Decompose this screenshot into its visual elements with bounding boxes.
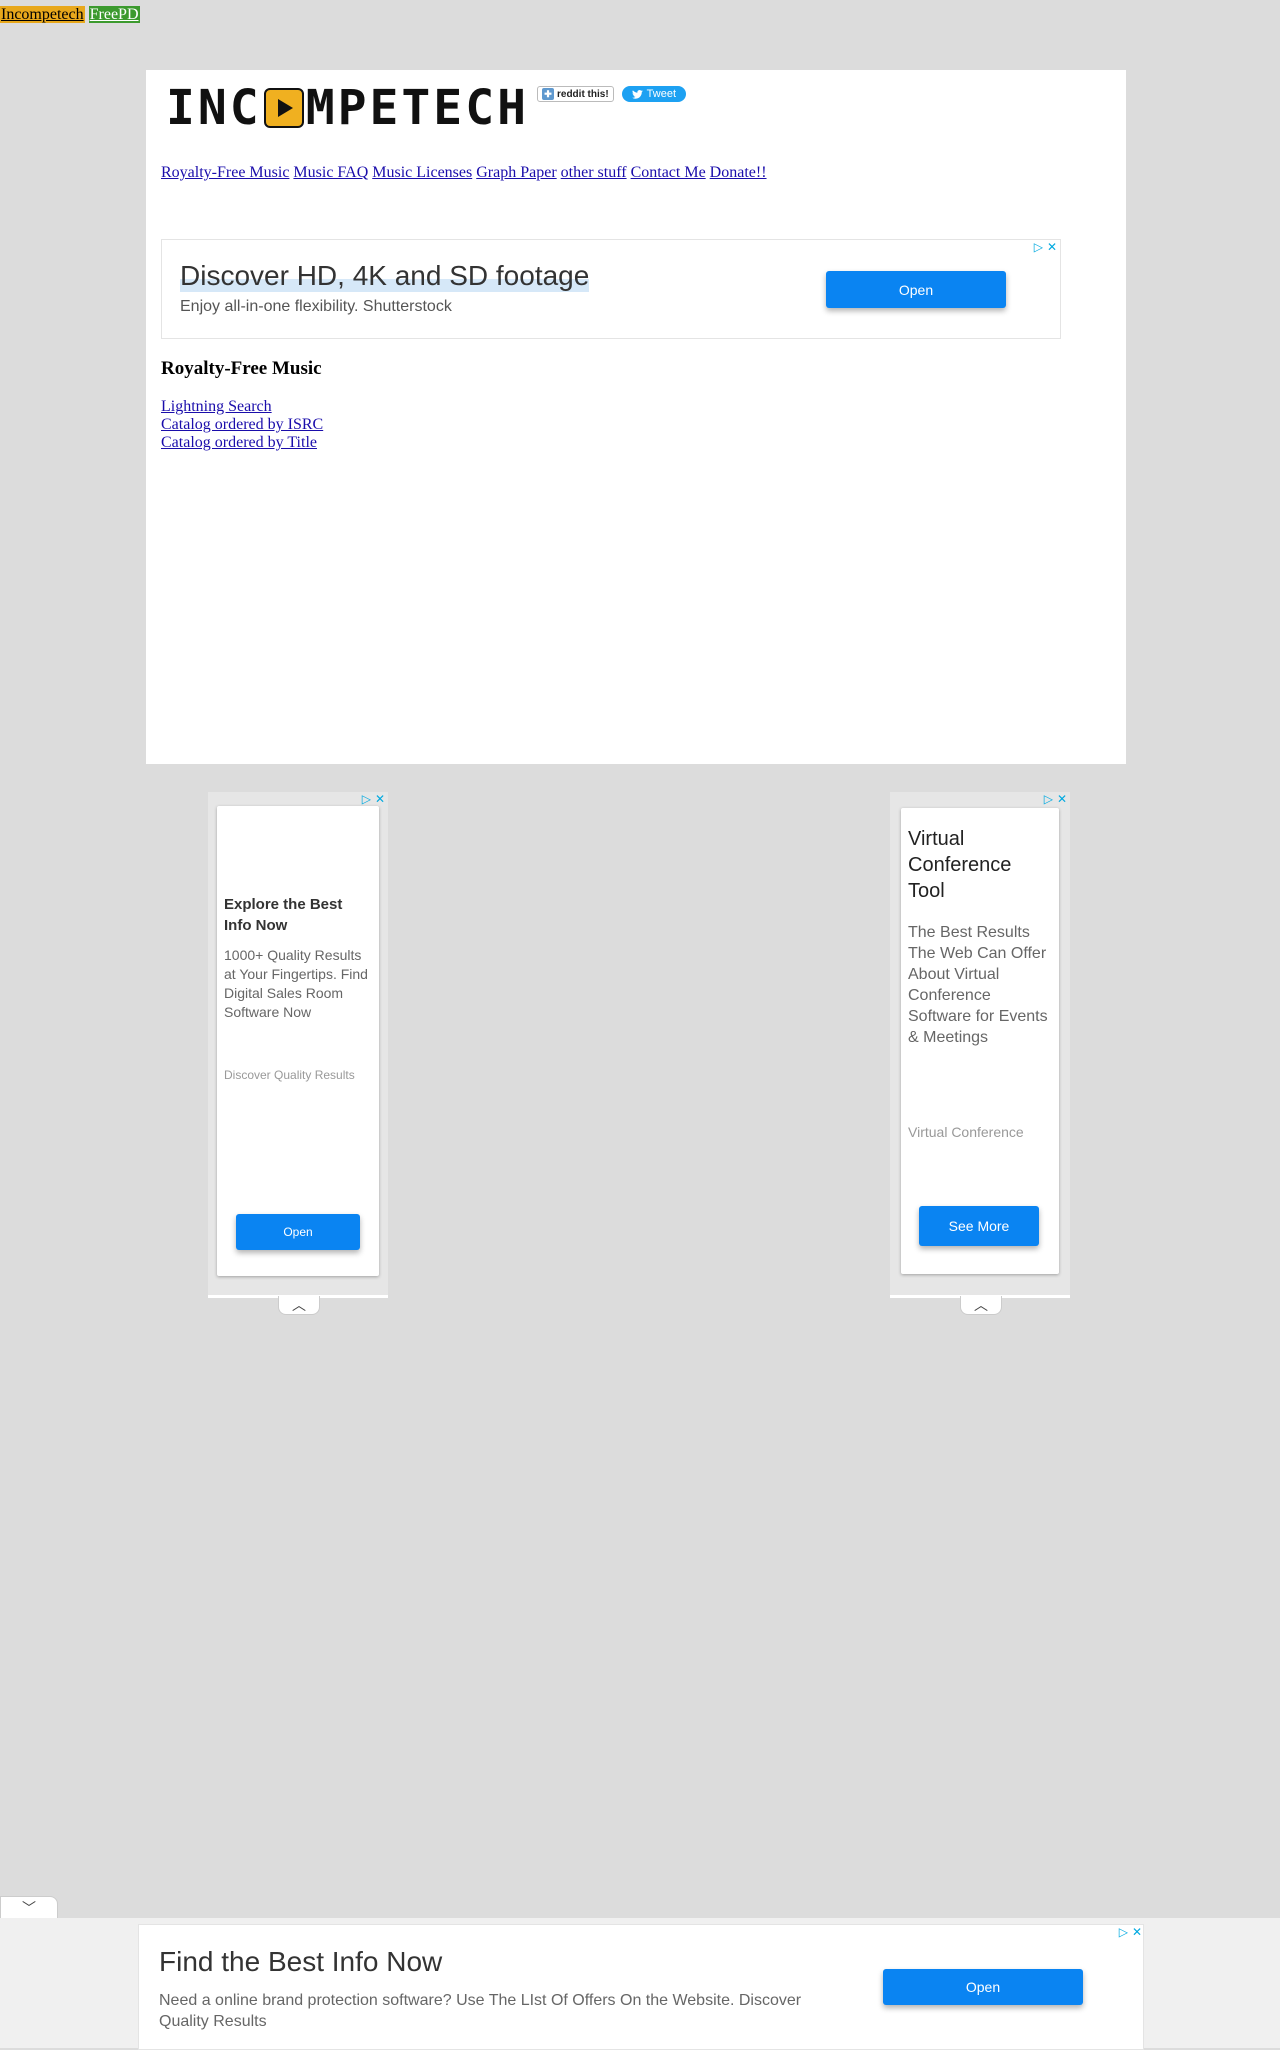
main-nav: Royalty-Free Music Music FAQ Music Licen… <box>161 164 767 182</box>
left-side-ad[interactable]: ▷ ✕ Explore the Best Info Now 1000+ Qual… <box>208 792 388 1315</box>
ad-open-button[interactable]: Open <box>236 1214 360 1250</box>
twitter-bird-icon <box>631 89 643 99</box>
header: INC MPETECH ✚ reddit this! Tweet <box>166 84 687 132</box>
reddit-share-label: reddit this! <box>557 88 609 100</box>
nav-donate[interactable]: Donate!! <box>710 164 767 181</box>
ad-headline[interactable]: Discover HD, 4K and SD footage <box>180 260 590 292</box>
nav-graph-paper[interactable]: Graph Paper <box>476 164 556 181</box>
ad-headline[interactable]: Explore the Best Info Now <box>224 894 374 936</box>
ad-footer: Discover Quality Results <box>224 1068 355 1082</box>
close-icon[interactable]: ✕ <box>1057 792 1067 806</box>
nav-music-faq[interactable]: Music FAQ <box>293 164 368 181</box>
reddit-icon: ✚ <box>542 88 554 100</box>
adchoices[interactable]: ▷ ✕ <box>1119 1925 1142 1939</box>
tweet-label: Tweet <box>646 88 677 100</box>
adchoices-icon[interactable]: ▷ <box>1044 792 1053 806</box>
adchoices-icon[interactable]: ▷ <box>362 792 371 806</box>
tweet-button[interactable]: Tweet <box>621 86 687 102</box>
ad-body: 1000+ Quality Results at Your Fingertips… <box>224 947 368 1020</box>
top-banner-ad[interactable]: ▷ ✕ Discover HD, 4K and SD footage Enjoy… <box>161 239 1061 339</box>
right-side-ad[interactable]: ▷ ✕ Virtual Conference Tool The Best Res… <box>890 792 1070 1315</box>
play-icon <box>263 88 304 128</box>
ad-card[interactable]: Virtual Conference Tool The Best Results… <box>901 808 1059 1274</box>
lightning-search-link[interactable]: Lightning Search <box>161 398 323 416</box>
adchoices-icon[interactable]: ▷ <box>1119 1925 1128 1939</box>
close-icon[interactable]: ✕ <box>1132 1925 1142 1939</box>
ad-headline[interactable]: Virtual Conference Tool <box>908 826 1048 904</box>
bottom-anchor-ad-container: ▷ ✕ Find the Best Info Now Need a online… <box>0 1918 1280 2050</box>
adchoices[interactable]: ▷ ✕ <box>362 792 385 806</box>
close-icon[interactable]: ✕ <box>375 792 385 806</box>
reddit-share-button[interactable]: ✚ reddit this! <box>537 86 614 102</box>
ad-see-more-button[interactable]: See More <box>919 1206 1039 1246</box>
adchoices[interactable]: ▷ ✕ <box>1034 240 1057 254</box>
ad-footer: Virtual Conference <box>908 1124 1024 1140</box>
section-title: Royalty-Free Music <box>161 358 322 379</box>
adchoices[interactable]: ▷ ✕ <box>1044 792 1067 806</box>
chevron-down-icon[interactable]: ﹀ <box>0 1896 58 1919</box>
incompetech-logo[interactable]: INC MPETECH <box>166 84 529 132</box>
incompetech-link[interactable]: Incompetech <box>0 6 85 23</box>
adchoices-icon[interactable]: ▷ <box>1034 240 1043 254</box>
ad-description: Need a online brand protection software?… <box>159 1992 802 2030</box>
logo-text-right: MPETECH <box>305 80 529 136</box>
top-site-bar: Incompetech FreePD <box>0 6 140 24</box>
freepd-link[interactable]: FreePD <box>88 6 140 23</box>
ad-subline: Enjoy all-in-one flexibility. Shuttersto… <box>180 298 452 315</box>
catalog-isrc-link[interactable]: Catalog ordered by ISRC <box>161 416 323 434</box>
ad-card[interactable]: Explore the Best Info Now 1000+ Quality … <box>217 806 379 1276</box>
bottom-anchor-ad[interactable]: ▷ ✕ Find the Best Info Now Need a online… <box>138 1924 1144 2050</box>
logo-text-left: INC <box>166 80 262 136</box>
close-icon[interactable]: ✕ <box>1047 240 1057 254</box>
ad-headline[interactable]: Find the Best Info Now <box>159 1946 442 1978</box>
catalog-title-link[interactable]: Catalog ordered by Title <box>161 434 323 452</box>
ad-open-button[interactable]: Open <box>826 271 1006 308</box>
nav-royalty-free-music[interactable]: Royalty-Free Music <box>161 164 289 181</box>
music-links: Lightning Search Catalog ordered by ISRC… <box>161 398 323 452</box>
nav-contact-me[interactable]: Contact Me <box>631 164 706 181</box>
chevron-up-icon[interactable]: ︿ <box>960 1296 1002 1315</box>
nav-music-licenses[interactable]: Music Licenses <box>372 164 472 181</box>
ad-open-button[interactable]: Open <box>883 1969 1083 2005</box>
main-panel: INC MPETECH ✚ reddit this! Tweet Royalty… <box>146 70 1126 764</box>
ad-body: The Best Results The Web Can Offer About… <box>908 924 1048 1046</box>
chevron-up-icon[interactable]: ︿ <box>278 1296 320 1315</box>
nav-other-stuff[interactable]: other stuff <box>561 164 627 181</box>
